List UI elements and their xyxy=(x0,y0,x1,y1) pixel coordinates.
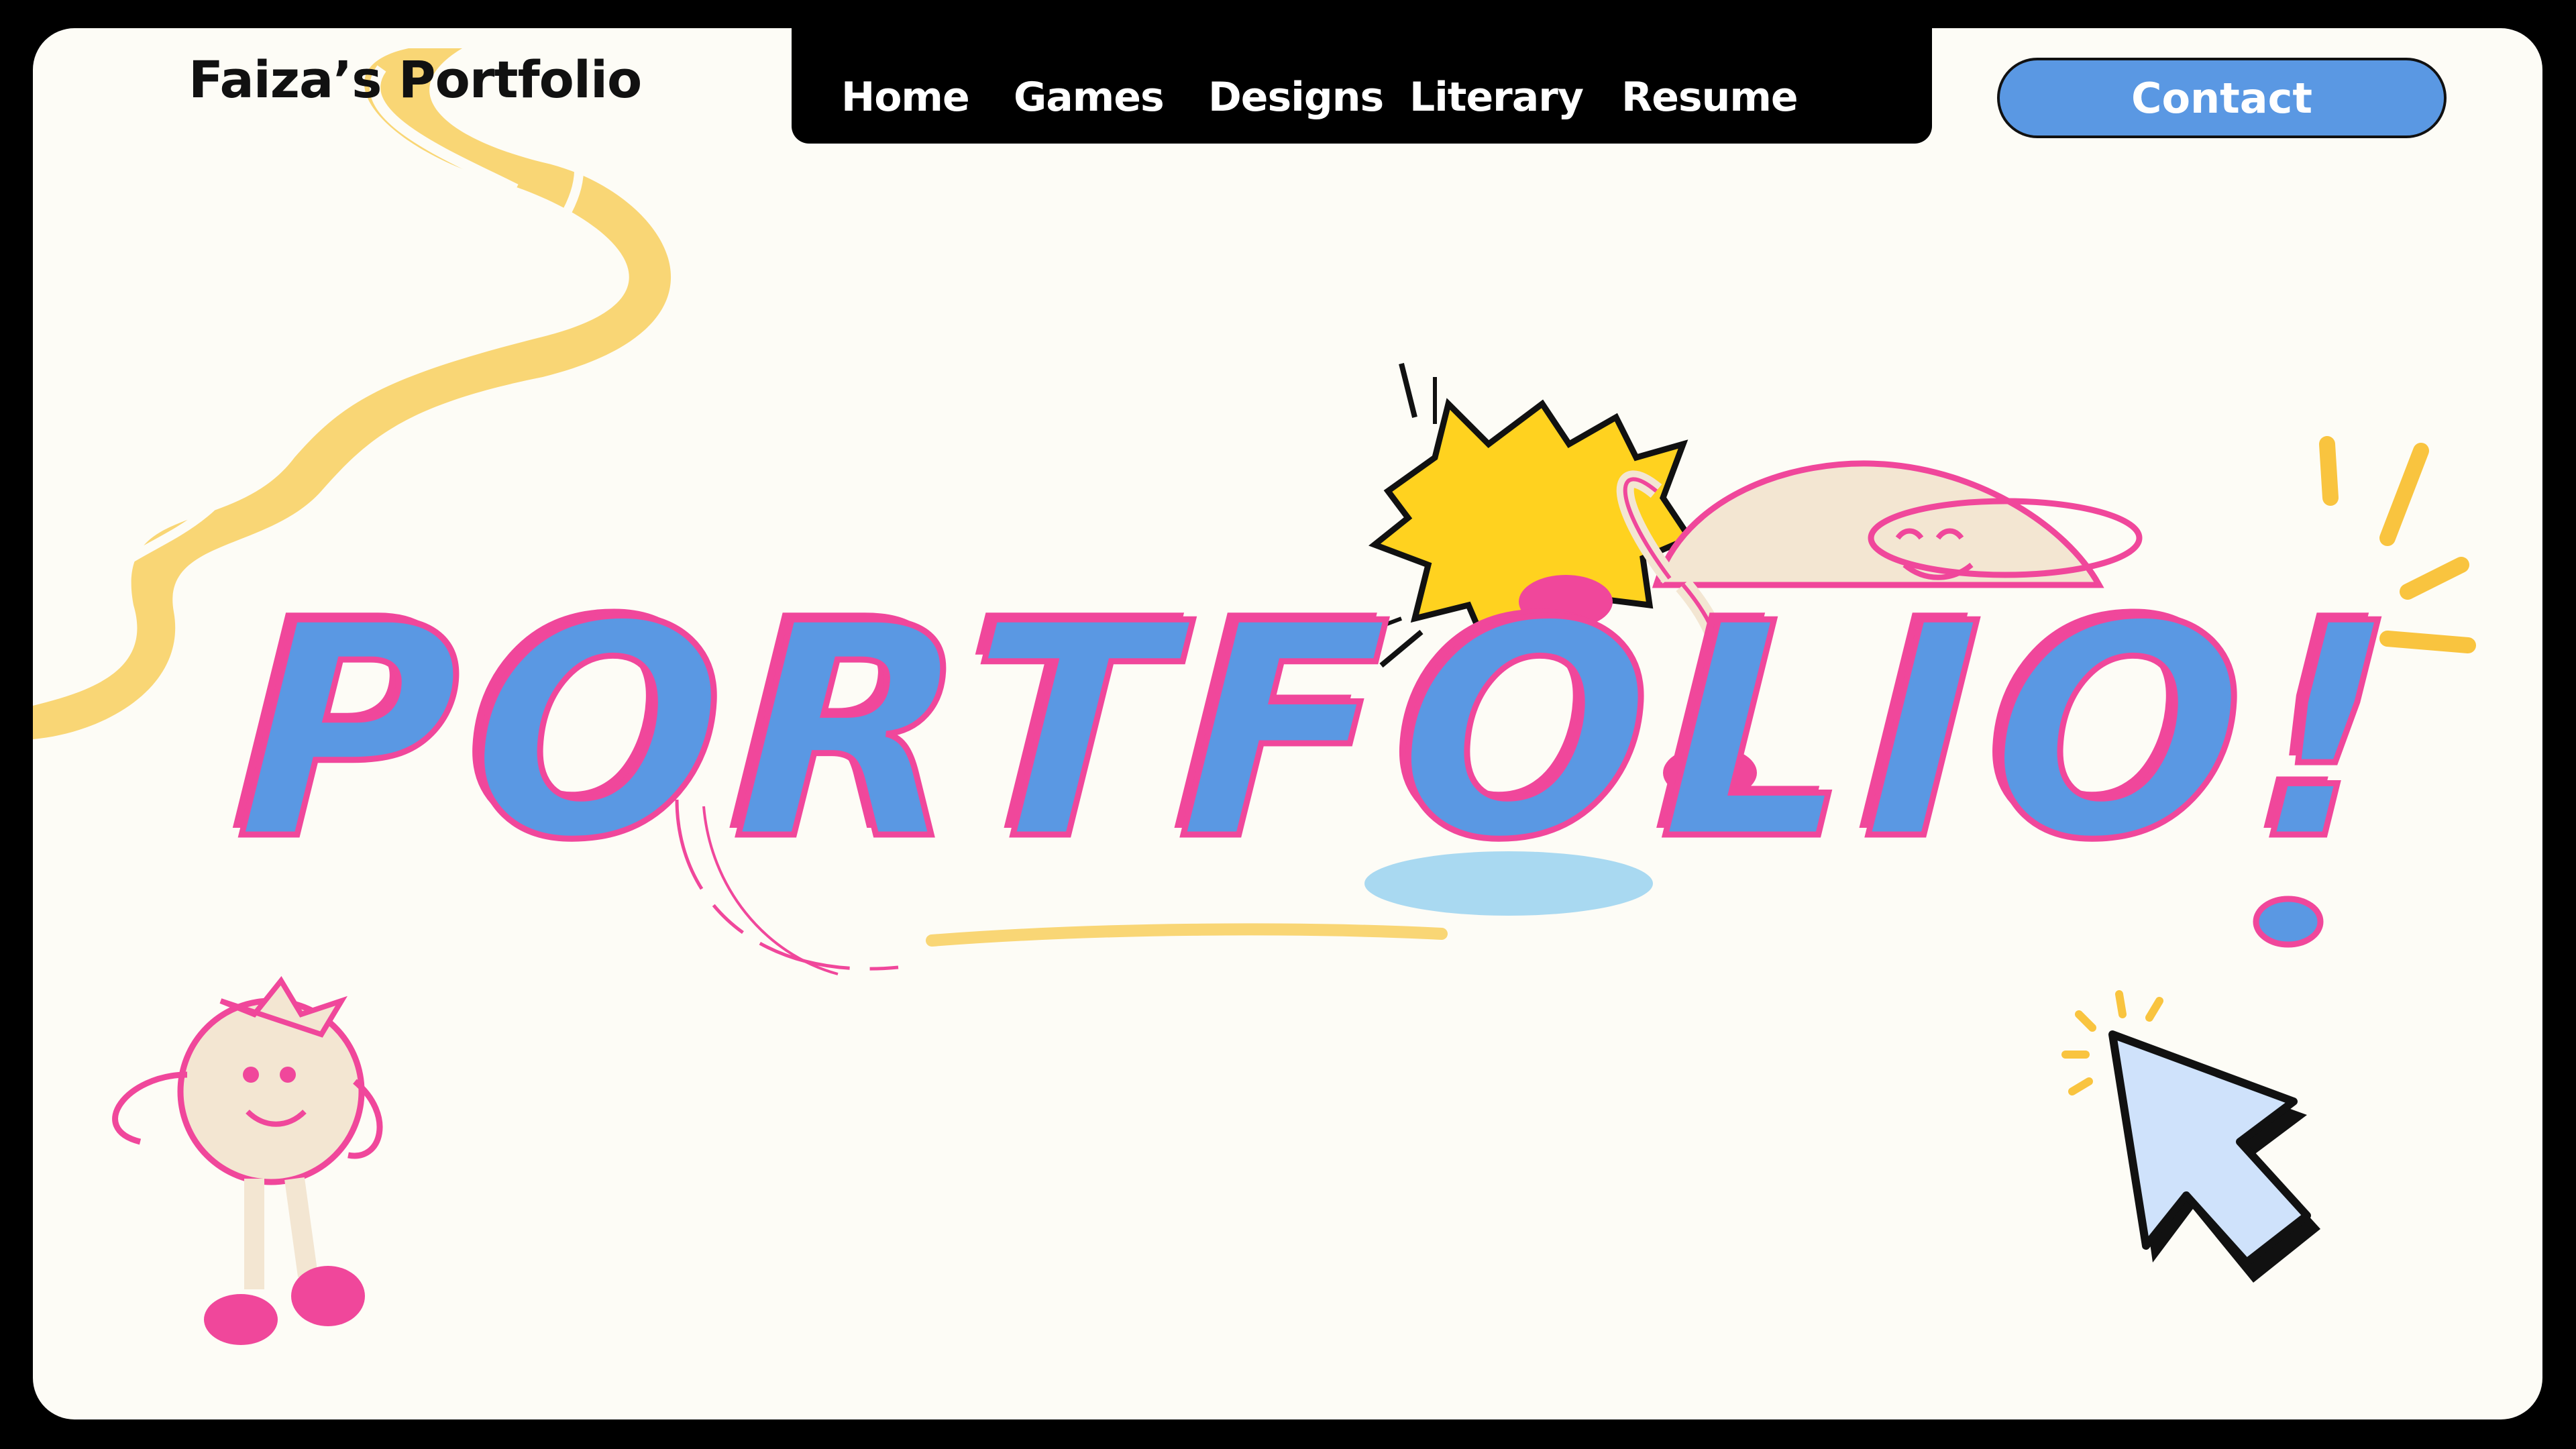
nav-resume[interactable]: Resume xyxy=(1621,74,1799,121)
nav-games[interactable]: Games xyxy=(1014,74,1165,121)
nav-home[interactable]: Home xyxy=(841,74,970,121)
page-canvas: Faiza’s Portfolio Home Games Designs Lit… xyxy=(33,28,2542,1419)
hero-title: PORTFOLIO! xyxy=(229,558,2419,908)
mouse-cursor-icon xyxy=(2061,990,2320,1283)
tomato-character xyxy=(112,976,383,1345)
site-brand[interactable]: Faiza’s Portfolio xyxy=(189,50,642,109)
underline-swoosh xyxy=(926,923,1448,947)
nav-literary[interactable]: Literary xyxy=(1409,74,1584,121)
nav-designs[interactable]: Designs xyxy=(1208,74,1384,121)
contact-button[interactable]: Contact xyxy=(1997,58,2447,138)
